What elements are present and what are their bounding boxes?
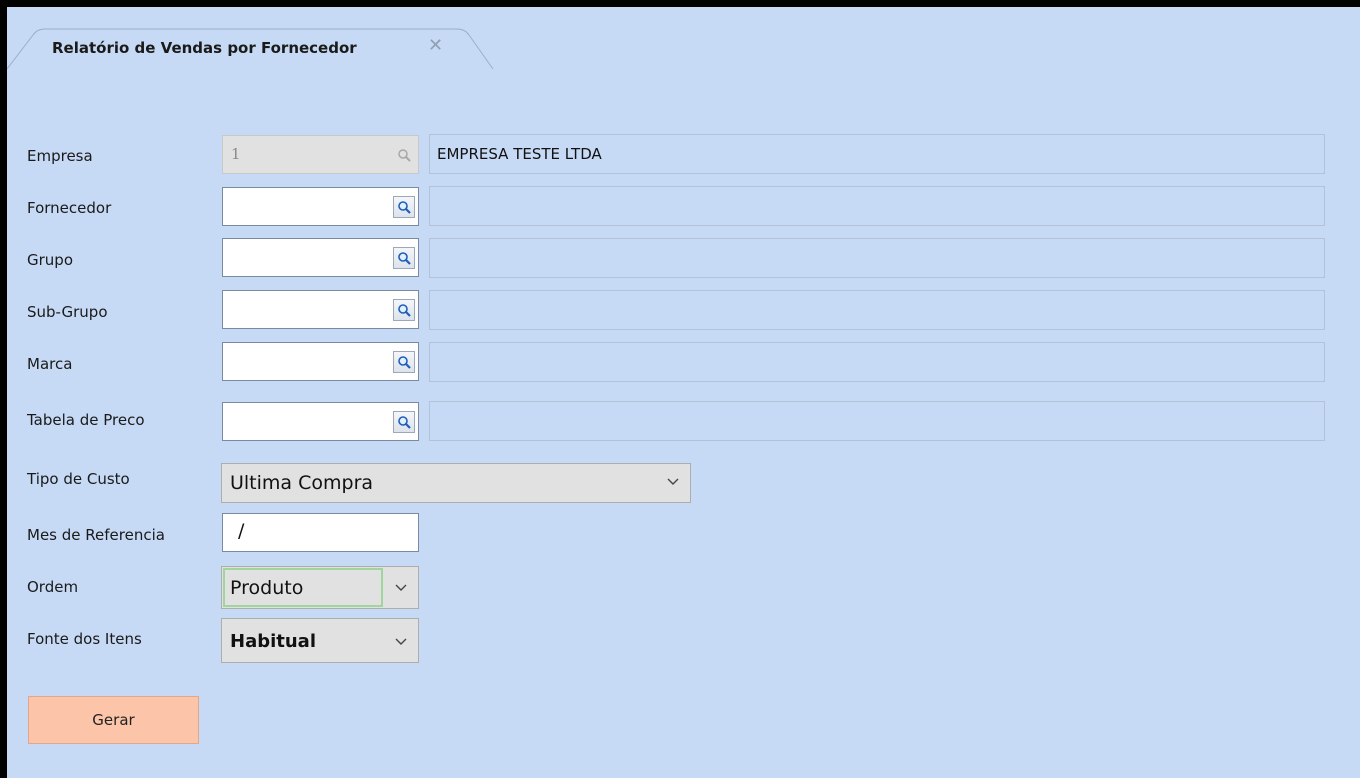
tipo-custo-select[interactable]: Ultima Compra xyxy=(221,463,691,503)
subgrupo-code-field[interactable] xyxy=(222,290,419,329)
empresa-code-value: 1 xyxy=(231,145,241,163)
fonte-itens-value: Habitual xyxy=(230,631,317,652)
subgrupo-description-field xyxy=(429,290,1325,330)
fornecedor-description-field xyxy=(429,186,1325,226)
magnifier-icon[interactable] xyxy=(393,196,415,218)
label-tipo-custo: Tipo de Custo xyxy=(27,470,130,488)
chevron-down-icon xyxy=(667,478,679,485)
fonte-itens-select[interactable]: Habitual xyxy=(221,618,419,663)
label-marca: Marca xyxy=(27,355,73,373)
empresa-description: EMPRESA TESTE LTDA xyxy=(437,145,602,163)
magnifier-icon[interactable] xyxy=(393,247,415,269)
label-ordem: Ordem xyxy=(27,578,79,596)
label-grupo: Grupo xyxy=(27,251,73,269)
report-window: Relatório de Vendas por Fornecedor ✕ Emp… xyxy=(7,7,1360,778)
tipo-custo-value: Ultima Compra xyxy=(230,472,374,494)
marca-code-field[interactable] xyxy=(222,342,419,381)
ordem-select[interactable]: Produto xyxy=(221,566,419,609)
tabela-preco-code-field[interactable] xyxy=(222,402,419,441)
close-icon[interactable]: ✕ xyxy=(428,37,443,55)
chevron-down-icon xyxy=(395,584,407,591)
label-fornecedor: Fornecedor xyxy=(27,199,112,217)
mes-referencia-input[interactable]: / xyxy=(222,513,419,552)
tab-bar: Relatório de Vendas por Fornecedor ✕ xyxy=(7,7,1360,77)
mes-referencia-value: / xyxy=(238,520,245,542)
magnifier-icon[interactable] xyxy=(393,411,415,433)
chevron-down-icon xyxy=(395,638,407,645)
gerar-button[interactable]: Gerar xyxy=(28,696,199,744)
tabela-preco-description-field xyxy=(429,401,1325,441)
label-empresa: Empresa xyxy=(27,147,93,165)
ordem-value: Produto xyxy=(230,577,304,599)
empresa-code-field: 1 xyxy=(222,135,419,174)
fornecedor-code-field[interactable] xyxy=(222,187,419,226)
label-mes-referencia: Mes de Referencia xyxy=(27,526,165,544)
grupo-description-field xyxy=(429,238,1325,278)
magnifier-icon xyxy=(393,144,415,166)
label-subgrupo: Sub-Grupo xyxy=(27,303,108,321)
magnifier-icon[interactable] xyxy=(393,299,415,321)
label-fonte-itens: Fonte dos Itens xyxy=(27,630,142,648)
magnifier-icon[interactable] xyxy=(393,351,415,373)
label-tabela-preco: Tabela de Preco xyxy=(27,411,145,429)
grupo-code-field[interactable] xyxy=(222,238,419,277)
marca-description-field xyxy=(429,342,1325,382)
tab-title[interactable]: Relatório de Vendas por Fornecedor xyxy=(52,39,357,57)
empresa-description-field: EMPRESA TESTE LTDA xyxy=(429,134,1325,174)
